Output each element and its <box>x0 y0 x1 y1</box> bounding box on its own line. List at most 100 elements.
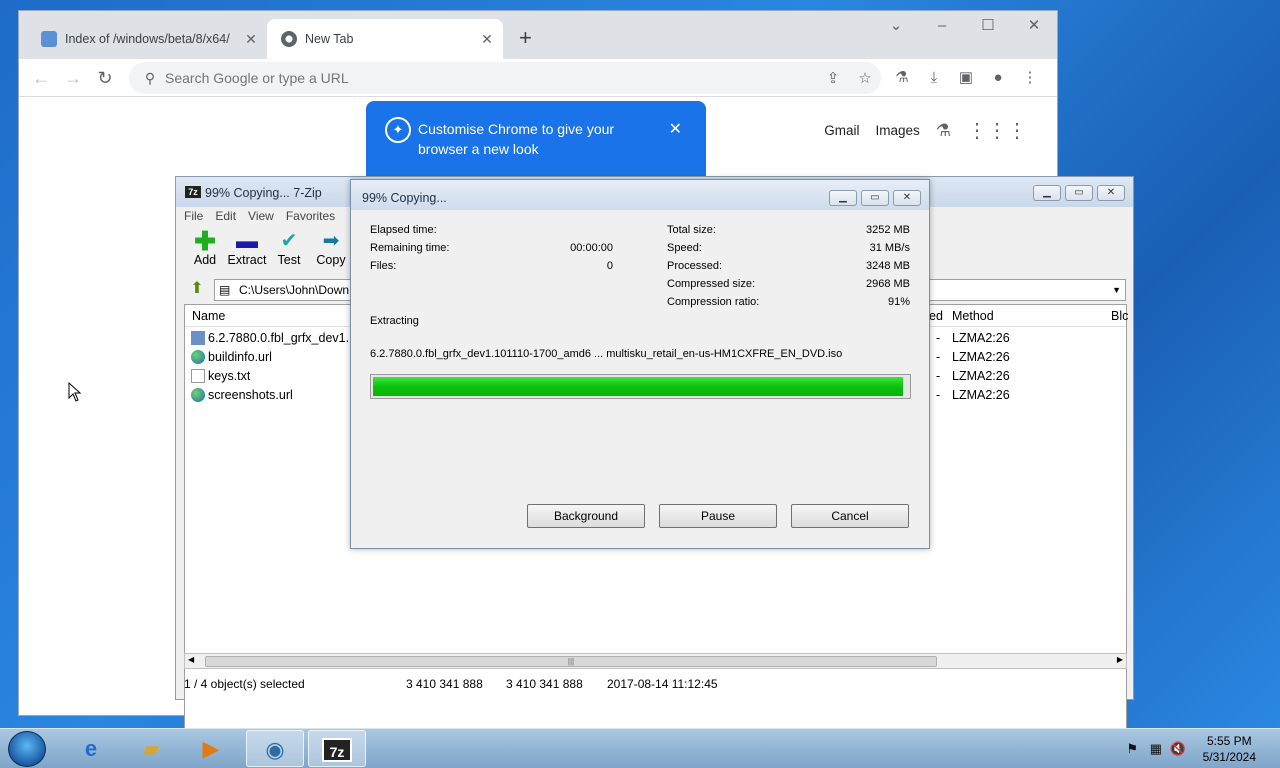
close-window-button[interactable]: ✕ <box>1011 11 1057 43</box>
ie-icon[interactable]: e <box>62 730 120 767</box>
tab-title: Index of /windows/beta/8/x64/ <box>65 32 230 46</box>
start-button[interactable] <box>8 731 46 767</box>
maximize-button[interactable]: ▭ <box>1065 185 1093 201</box>
column-block[interactable]: Blc <box>1111 309 1128 323</box>
scroll-thumb[interactable]: ||| <box>205 656 937 667</box>
close-button[interactable]: ✕ <box>893 190 921 206</box>
scroll-right-icon[interactable]: ▶ <box>1117 655 1123 664</box>
labs-icon[interactable]: ⚗ <box>936 121 951 141</box>
window-title: 99% Copying... 7-Zip <box>205 186 322 200</box>
cancel-button[interactable]: Cancel <box>791 504 909 528</box>
gmail-link[interactable]: Gmail <box>824 123 859 138</box>
files-label: Files: <box>370 260 397 272</box>
packed-status: 3 410 341 888 <box>506 677 583 691</box>
network-icon[interactable]: ▦ <box>1150 741 1162 757</box>
7zip-icon: 7z <box>185 186 201 198</box>
scroll-left-icon[interactable]: ◀ <box>188 655 194 664</box>
tab-strip: Index of /windows/beta/8/x64/ ✕ New Tab … <box>19 11 1057 59</box>
chrome-taskbar-icon[interactable]: ◉ <box>246 730 304 767</box>
compression-ratio-label: Compression ratio: <box>667 296 760 308</box>
total-size-value: 3252 MB <box>865 224 910 236</box>
processed-label: Processed: <box>667 260 723 272</box>
share-icon[interactable]: ⇪ <box>817 69 849 87</box>
maximize-button[interactable]: ▭ <box>861 190 889 206</box>
omnibox[interactable]: ⚲ ⇪ ☆ <box>129 62 881 94</box>
tab-search-icon[interactable]: ⌄ <box>873 11 919 43</box>
minimize-button[interactable]: – <box>919 11 965 43</box>
menu-favorites[interactable]: Favorites <box>286 209 335 223</box>
folder-up-icon[interactable]: ⬆ <box>185 279 209 301</box>
close-button[interactable]: ✕ <box>1097 185 1125 201</box>
progress-dialog: 99% Copying... ▁ ▭ ✕ Elapsed time: Remai… <box>350 179 930 549</box>
minimize-button[interactable]: ▁ <box>829 190 857 206</box>
minus-icon: ▬ <box>236 228 258 253</box>
tab-index[interactable]: Index of /windows/beta/8/x64/ ✕ <box>27 19 267 59</box>
files-value: 0 <box>606 260 613 272</box>
7zip-taskbar-icon[interactable]: 7z <box>308 730 366 767</box>
pause-button[interactable]: Pause <box>659 504 777 528</box>
labs-icon[interactable]: ⚗ <box>890 67 914 91</box>
text-file-icon <box>191 369 205 383</box>
caption-buttons: ▁ ▭ ✕ <box>829 190 921 206</box>
explorer-icon[interactable]: ▰ <box>122 730 180 767</box>
remaining-value: 00:00:00 <box>570 242 613 254</box>
date: 5/31/2024 <box>1202 750 1256 764</box>
add-button[interactable]: ✚ Add <box>184 228 226 267</box>
chevron-down-icon[interactable]: ▼ <box>1112 280 1121 300</box>
lightbulb-icon: ✦ <box>385 117 411 143</box>
taskbar: e ▰ ▶ ◉ 7z ⚑ ▦ 🔇 5:55 PM 5/31/2024 <box>0 728 1280 768</box>
forward-button[interactable]: → <box>61 66 85 90</box>
speed-label: Speed: <box>667 242 702 254</box>
check-icon: ✔ <box>280 230 298 252</box>
mouse-cursor-icon <box>68 382 82 402</box>
menu-edit[interactable]: Edit <box>215 209 236 223</box>
apps-grid-icon[interactable]: ⋮⋮⋮ <box>967 118 1027 143</box>
menu-icon[interactable]: ⋮ <box>1018 67 1042 91</box>
add-label: Add <box>193 253 217 267</box>
column-name[interactable]: Name <box>192 309 225 323</box>
copy-button[interactable]: ➡ Copy <box>310 229 352 267</box>
close-icon[interactable]: ✕ <box>669 119 682 139</box>
remaining-label: Remaining time: <box>370 242 450 254</box>
maximize-button[interactable]: ☐ <box>965 11 1011 43</box>
volume-muted-icon[interactable]: 🔇 <box>1170 741 1186 757</box>
folder-icon: ▤ <box>219 283 231 297</box>
compressed-size-label: Compressed size: <box>667 278 756 290</box>
horizontal-scrollbar[interactable]: ◀ ||| ▶ <box>184 653 1127 669</box>
path-text: C:\Users\John\Down <box>239 283 350 297</box>
side-panel-icon[interactable]: ▣ <box>954 67 978 91</box>
background-button[interactable]: Background <box>527 504 645 528</box>
minimize-button[interactable]: ▁ <box>1033 185 1061 201</box>
column-packed[interactable]: ed <box>929 309 943 323</box>
test-label: Test <box>277 253 301 267</box>
promo-text: Customise Chrome to give your browser a … <box>418 121 615 157</box>
bookmark-star-icon[interactable]: ☆ <box>849 69 881 87</box>
current-file: 6.2.7880.0.fbl_grfx_dev1.101110-1700_amd… <box>370 348 843 360</box>
menu-file[interactable]: File <box>184 209 203 223</box>
test-button[interactable]: ✔ Test <box>268 229 310 267</box>
close-icon[interactable]: ✕ <box>475 31 499 48</box>
new-tab-button[interactable]: + <box>519 25 532 51</box>
reload-button[interactable]: ↻ <box>93 66 117 90</box>
close-icon[interactable]: ✕ <box>239 31 263 48</box>
extract-label: Extract <box>227 253 267 267</box>
menu-view[interactable]: View <box>248 209 274 223</box>
progress-bar <box>370 374 911 399</box>
images-link[interactable]: Images <box>875 123 919 138</box>
dialog-title: 99% Copying... <box>362 191 447 205</box>
extract-button[interactable]: ▬ Extract <box>226 228 268 268</box>
column-method[interactable]: Method <box>952 309 994 323</box>
compression-ratio-value: 91% <box>887 296 910 308</box>
back-button[interactable]: ← <box>29 66 53 90</box>
globe-icon <box>191 350 205 364</box>
download-icon[interactable]: ⤓ <box>922 67 946 91</box>
clock[interactable]: 5:55 PM 5/31/2024 <box>1203 733 1256 765</box>
speed-value: 31 MB/s <box>869 242 910 254</box>
search-input[interactable] <box>165 70 817 86</box>
media-player-icon[interactable]: ▶ <box>182 730 240 767</box>
chrome-toolbar: ← → ↻ ⚲ ⇪ ☆ ⚗ ⤓ ▣ ● ⋮ <box>19 59 1057 97</box>
profile-icon[interactable]: ● <box>986 67 1010 91</box>
flag-icon[interactable]: ⚑ <box>1126 741 1138 757</box>
time: 5:55 PM <box>1206 734 1252 748</box>
tab-new-tab[interactable]: New Tab ✕ <box>267 19 503 59</box>
